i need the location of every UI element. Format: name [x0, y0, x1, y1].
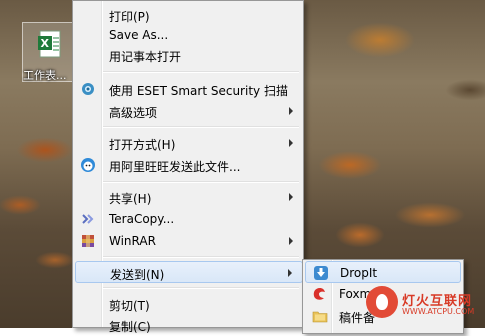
winrar-icon [82, 235, 94, 247]
submenu-arrow-icon [289, 193, 293, 201]
menu-item-label: 用阿里旺旺发送此文件... [109, 160, 241, 174]
menu-item-open-with[interactable]: 打开方式(H) [75, 132, 303, 154]
excel-file-icon: X [38, 30, 61, 58]
menu-item-label: 剪切(T) [109, 299, 150, 313]
menu-item-label: 共享(H) [109, 192, 152, 206]
context-menu: 打印(P) Save As... 用记事本打开 使用 ESET Smart Se… [72, 0, 304, 334]
teracopy-icon [82, 214, 94, 224]
menu-item-label: TeraCopy... [109, 212, 175, 226]
submenu-item-label: DropIt [340, 266, 378, 280]
menu-item-send-aliwangwang[interactable]: 用阿里旺旺发送此文件... [75, 154, 303, 176]
menu-item-label: 打开方式(H) [109, 138, 176, 152]
eset-icon [82, 83, 94, 95]
menu-item-save-as[interactable]: Save As... [75, 24, 303, 46]
menu-separator [103, 287, 299, 289]
menu-item-label: 用记事本打开 [109, 50, 182, 64]
menu-separator [103, 71, 299, 73]
menu-item-label: 打印(P) [109, 10, 150, 24]
svg-text:X: X [41, 37, 50, 50]
send-to-dropit[interactable]: DropIt [305, 261, 461, 283]
menu-item-label: 发送到(N) [110, 268, 165, 282]
menu-item-send-to[interactable]: 发送到(N) [75, 261, 303, 283]
menu-item-advanced[interactable]: 高级选项 [75, 100, 303, 122]
watermark-url: WWW.ATCPU.COM [402, 307, 475, 316]
menu-item-print[interactable]: 打印(P) [75, 4, 303, 26]
menu-item-winrar[interactable]: WinRAR [75, 230, 303, 252]
submenu-arrow-icon [289, 139, 293, 147]
folder-icon [312, 311, 328, 323]
menu-item-copy[interactable]: 复制(C) [75, 314, 303, 336]
flame-icon [376, 294, 388, 310]
dropit-icon [314, 266, 328, 280]
menu-separator [103, 256, 299, 258]
menu-item-open-notepad[interactable]: 用记事本打开 [75, 44, 303, 66]
menu-item-share[interactable]: 共享(H) [75, 186, 303, 208]
menu-item-label: Save As... [109, 28, 169, 42]
foxmail-icon [313, 288, 325, 300]
menu-item-label: 高级选项 [109, 106, 158, 120]
menu-separator [103, 181, 299, 183]
aliwangwang-icon [81, 158, 95, 172]
menu-item-label: WinRAR [109, 234, 156, 248]
menu-item-cut[interactable]: 剪切(T) [75, 293, 303, 315]
submenu-arrow-icon [288, 269, 292, 277]
desktop-file-icon[interactable]: X 工作表... [22, 22, 74, 82]
menu-item-eset-scan[interactable]: 使用 ESET Smart Security 扫描 [75, 78, 303, 100]
menu-item-label: 复制(C) [109, 320, 151, 334]
menu-item-label: 使用 ESET Smart Security 扫描 [109, 84, 288, 98]
submenu-arrow-icon [289, 237, 293, 245]
watermark-logo: 灯火互联网 WWW.ATCPU.COM [366, 284, 485, 328]
menu-item-teracopy[interactable]: TeraCopy... [75, 208, 303, 230]
menu-separator [103, 126, 299, 128]
submenu-arrow-icon [289, 107, 293, 115]
